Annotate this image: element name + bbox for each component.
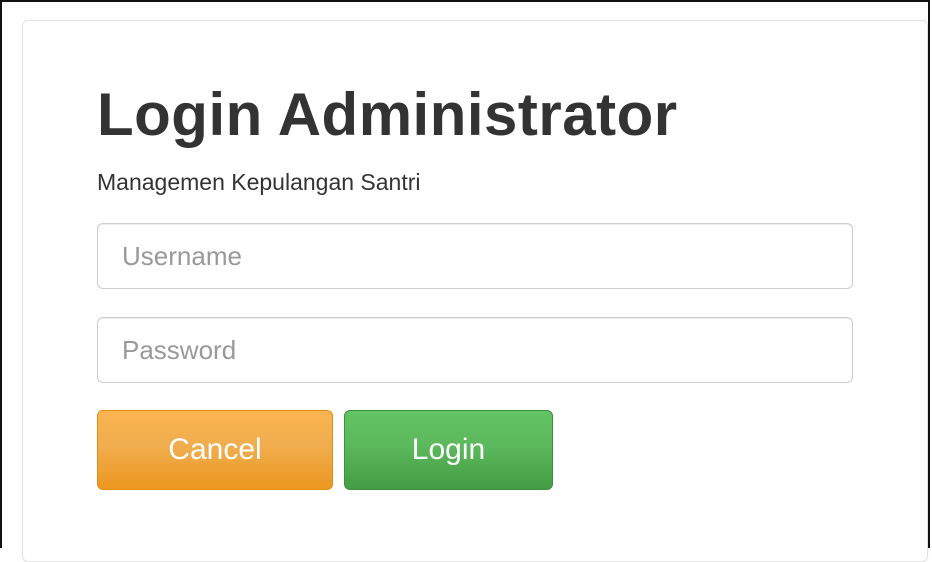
password-input[interactable] (97, 317, 853, 383)
page-subtitle: Managemen Kepulangan Santri (97, 169, 421, 195)
login-button[interactable]: Login (344, 410, 553, 490)
login-panel: Login Administrator Managemen Kepulangan… (22, 20, 928, 562)
page-title: Login Administrator (97, 81, 678, 148)
username-input[interactable] (97, 223, 853, 289)
cancel-button[interactable]: Cancel (97, 410, 333, 490)
